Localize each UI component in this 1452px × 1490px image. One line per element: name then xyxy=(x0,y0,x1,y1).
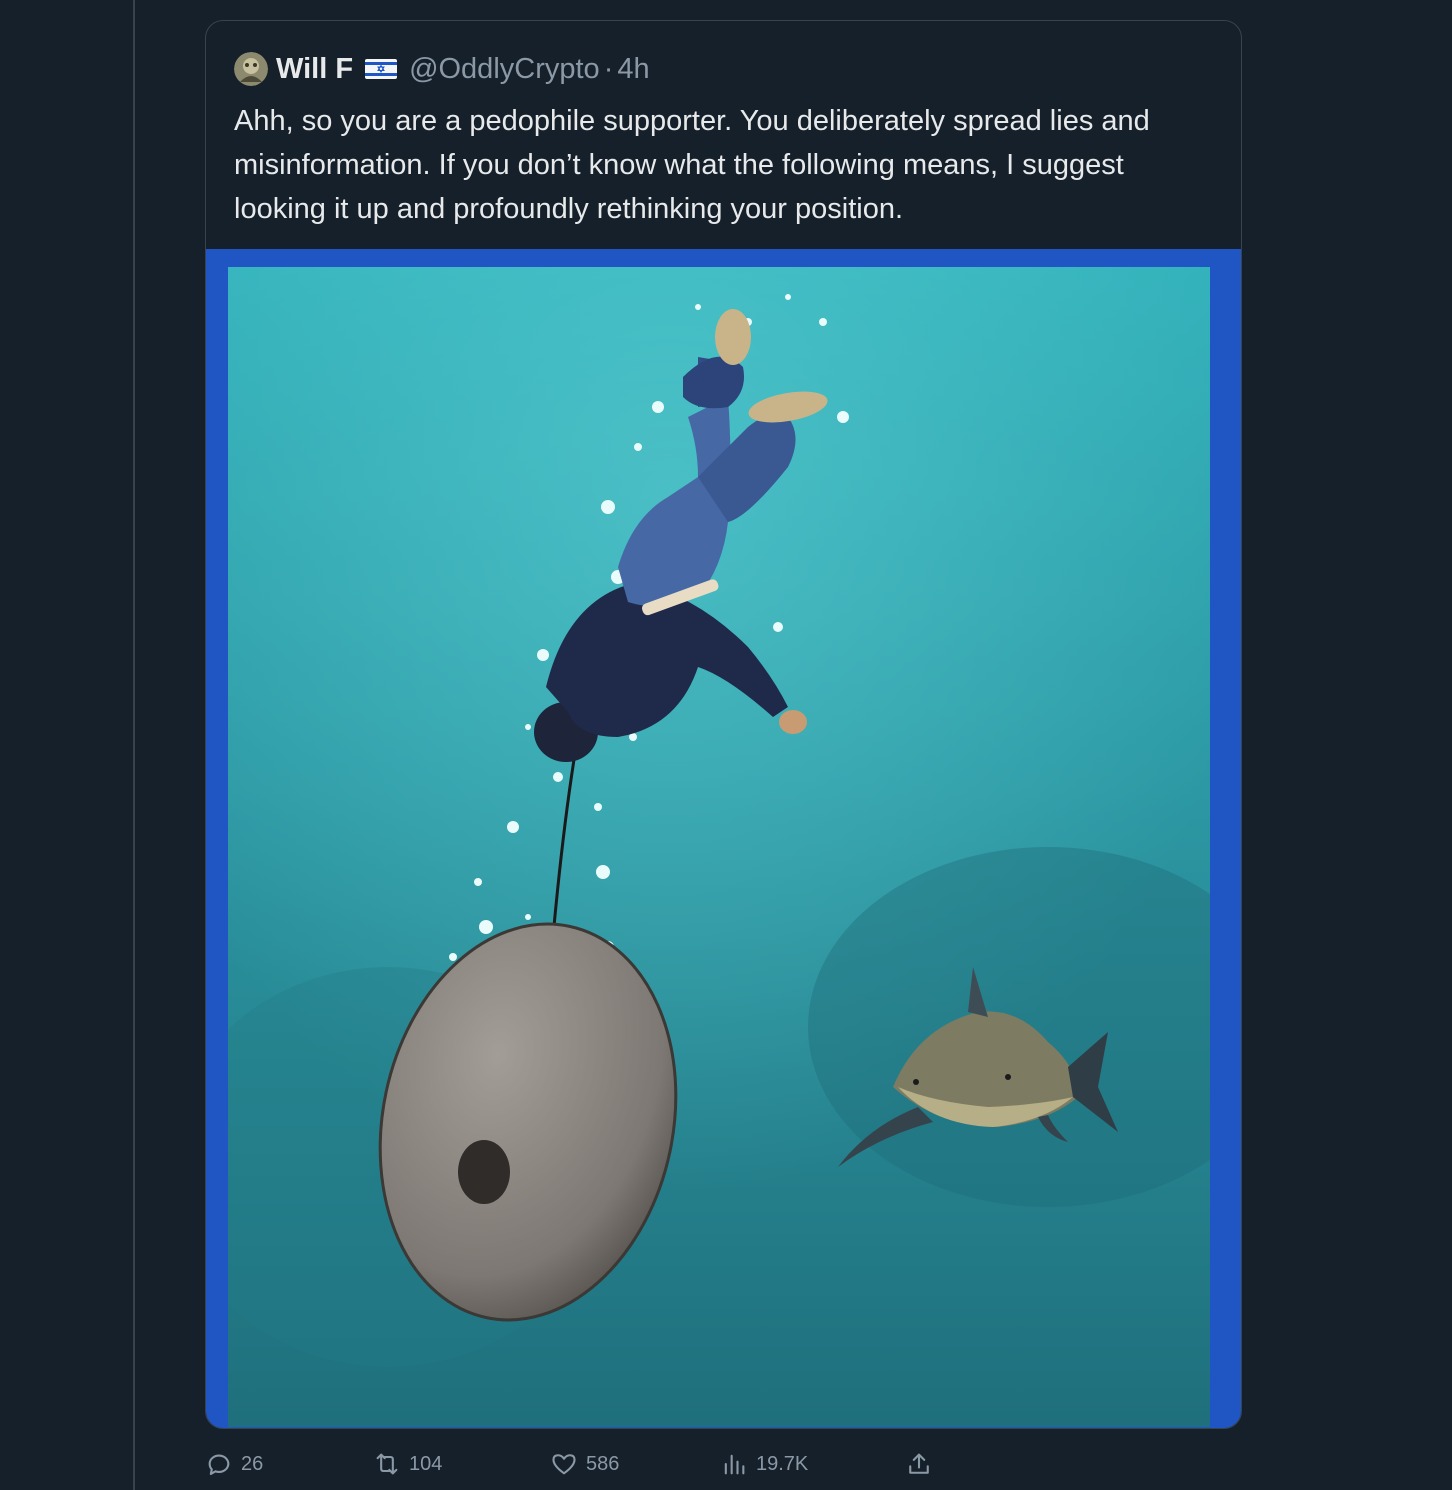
thread-connector-line xyxy=(133,0,135,1490)
author-display-name[interactable]: Will F xyxy=(276,53,353,86)
heart-icon xyxy=(552,1454,576,1475)
quoted-tweet-header: Will F @OddlyCrypto · 4h xyxy=(234,51,650,87)
views-button[interactable]: 19.7K xyxy=(720,1444,808,1484)
repost-button[interactable]: 104 xyxy=(373,1444,442,1484)
like-button[interactable]: 586 xyxy=(550,1444,619,1484)
reply-count: 26 xyxy=(241,1452,264,1475)
israel-flag-icon xyxy=(365,59,398,79)
media-illustration[interactable] xyxy=(228,267,1210,1427)
quoted-tweet-card[interactable]: Will F @OddlyCrypto · 4h Ahh, so you are… xyxy=(205,20,1242,1429)
like-count: 586 xyxy=(586,1452,620,1475)
repost-icon xyxy=(376,1453,398,1475)
author-handle[interactable]: @OddlyCrypto xyxy=(409,53,600,86)
share-icon xyxy=(909,1453,929,1474)
timeline-page: Will F @OddlyCrypto · 4h Ahh, so you are… xyxy=(0,0,1452,1490)
quoted-tweet-media[interactable] xyxy=(206,249,1241,1428)
views-count: 19.7K xyxy=(756,1452,809,1475)
repost-count: 104 xyxy=(409,1452,443,1475)
meta-separator: · xyxy=(603,52,614,85)
reply-button[interactable]: 26 xyxy=(205,1444,263,1484)
tweet-action-bar: 26 104 586 19.7K xyxy=(205,1444,965,1484)
quoted-tweet-text: Ahh, so you are a pedophile supporter. Y… xyxy=(234,105,1150,225)
views-icon xyxy=(724,1454,745,1475)
share-button[interactable] xyxy=(905,1444,941,1484)
post-timestamp[interactable]: 4h xyxy=(617,53,649,86)
reply-icon xyxy=(208,1454,230,1475)
avatar[interactable] xyxy=(234,52,268,86)
